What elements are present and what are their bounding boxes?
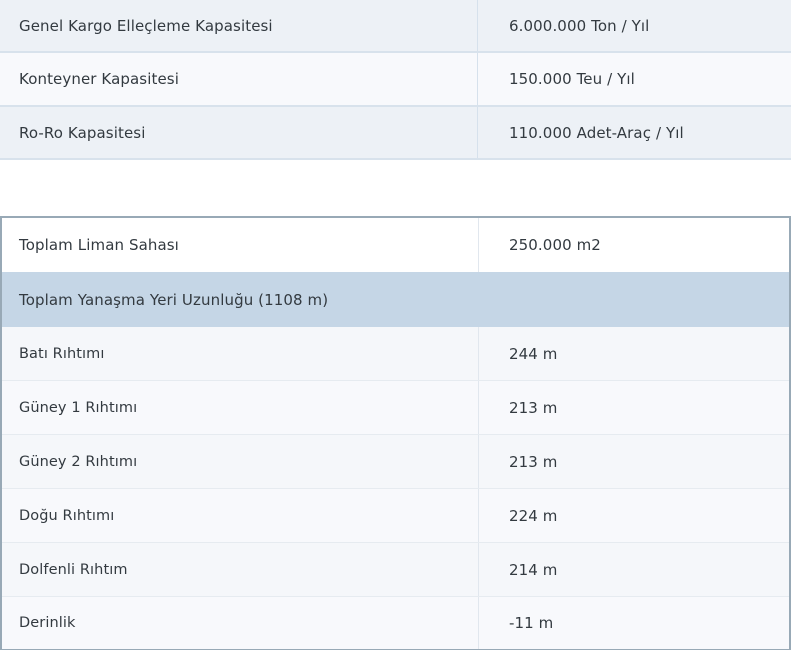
total-area-label: Toplam Liman Sahası <box>2 218 479 272</box>
table-row: Konteyner Kapasitesi 150.000 Teu / Yıl <box>0 53 791 107</box>
row-label: Konteyner Kapasitesi <box>0 53 478 105</box>
table-row: Dolfenli Rıhtım 214 m <box>2 543 789 597</box>
table-row: Doğu Rıhtımı 224 m <box>2 489 789 543</box>
table-row: Ro-Ro Kapasitesi 110.000 Adet-Araç / Yıl <box>0 107 791 160</box>
total-area-row: Toplam Liman Sahası 250.000 m2 <box>2 218 789 272</box>
total-area-value: 250.000 m2 <box>509 236 601 254</box>
row-value: 6.000.000 Ton / Yıl <box>509 16 650 35</box>
table-row: Güney 1 Rıhtımı 213 m <box>2 381 789 435</box>
berth-label: Güney 2 Rıhtımı <box>2 435 479 488</box>
berth-value: 224 m <box>509 506 558 525</box>
berth-value: 213 m <box>509 452 558 471</box>
depth-label: Derinlik <box>2 597 479 649</box>
page: Genel Kargo Elleçleme Kapasitesi 6.000.0… <box>0 0 791 650</box>
berth-label: Doğu Rıhtımı <box>2 489 479 542</box>
berth-group-label: Toplam Yanaşma Yeri Uzunluğu (1108 m) <box>19 290 329 309</box>
berth-value: 213 m <box>509 398 558 417</box>
table-row: Genel Kargo Elleçleme Kapasitesi 6.000.0… <box>0 0 791 53</box>
capacity-table: Genel Kargo Elleçleme Kapasitesi 6.000.0… <box>0 0 791 160</box>
berth-group-row: Toplam Yanaşma Yeri Uzunluğu (1108 m) <box>2 272 789 327</box>
row-label: Genel Kargo Elleçleme Kapasitesi <box>0 0 478 51</box>
berth-label: Batı Rıhtımı <box>2 327 479 380</box>
berth-label: Dolfenli Rıhtım <box>2 543 479 596</box>
depth-value: -11 m <box>509 614 554 632</box>
berth-value: 244 m <box>509 344 558 363</box>
table-row: Batı Rıhtımı 244 m <box>2 327 789 381</box>
berth-value: 214 m <box>509 560 558 579</box>
row-value: 110.000 Adet-Araç / Yıl <box>509 123 684 142</box>
berth-label: Güney 1 Rıhtımı <box>2 381 479 434</box>
row-value: 150.000 Teu / Yıl <box>509 70 635 88</box>
table-row: Güney 2 Rıhtımı 213 m <box>2 435 789 489</box>
area-table: Toplam Liman Sahası 250.000 m2 Toplam Ya… <box>0 216 791 650</box>
table-row: Derinlik -11 m <box>2 597 789 649</box>
row-label: Ro-Ro Kapasitesi <box>0 107 478 158</box>
